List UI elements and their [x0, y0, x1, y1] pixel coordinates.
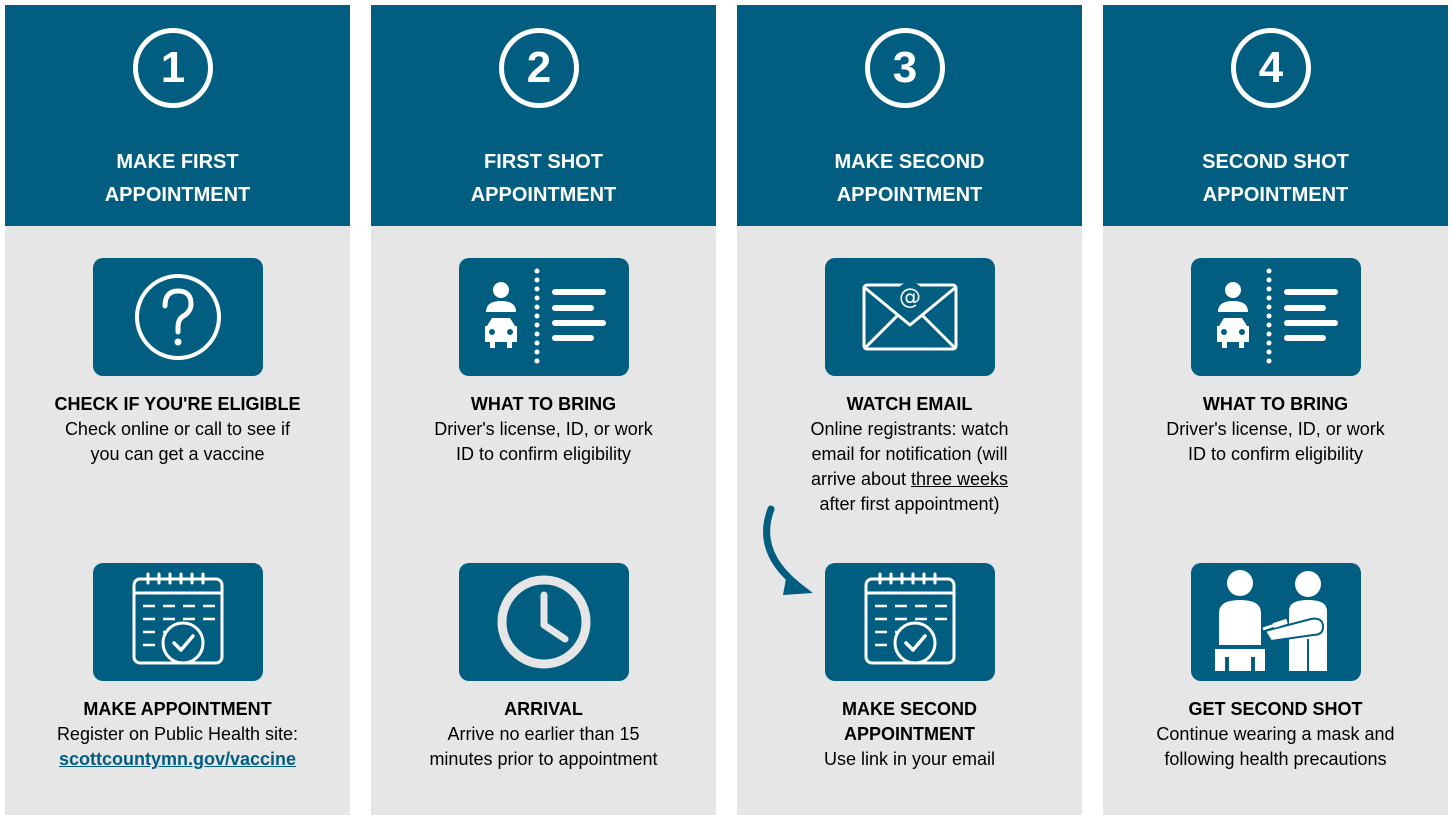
step-watch-email: WATCH EMAIL Online registrants: watch em… [737, 392, 1082, 517]
step-label: WHAT TO BRING [1202, 394, 1349, 414]
column-title-line: MAKE FIRST [116, 151, 239, 173]
column-header: 2 FIRST SHOT APPOINTMENT [371, 5, 716, 226]
vaccine-site-link[interactable]: scottcountymn.gov/vaccine [59, 749, 296, 769]
step-text-fragment: arrive about [810, 469, 911, 489]
step-text: minutes prior to appointment [429, 749, 658, 769]
step-number-badge: 2 [499, 28, 579, 108]
step-arrival: ARRIVAL Arrive no earlier than 15 minute… [371, 697, 716, 772]
step-text: Check online or call to see if [64, 419, 291, 439]
id-card-icon [1191, 258, 1361, 376]
step-text: email for notification (will [811, 444, 1008, 464]
column-title-line: FIRST SHOT [484, 151, 603, 173]
column-title: SECOND SHOT APPOINTMENT [1103, 146, 1448, 212]
step-label: CHECK IF YOU'RE ELIGIBLE [54, 394, 301, 414]
column-title-line: APPOINTMENT [470, 184, 617, 206]
column-title-line: SECOND SHOT [1202, 151, 1349, 173]
step-text: arrive about three weeks [737, 467, 1082, 492]
step-get-second-shot: GET SECOND SHOT Continue wearing a mask … [1103, 697, 1448, 772]
column-title-line: APPOINTMENT [1202, 184, 1349, 206]
step-number-badge: 3 [865, 28, 945, 108]
step-label: MAKE SECOND [841, 699, 977, 719]
step-label: WATCH EMAIL [846, 394, 973, 414]
step-text: you can get a vaccine [90, 444, 265, 464]
step-text: Register on Public Health site: [56, 724, 299, 744]
step-text: ID to confirm eligibility [455, 444, 632, 464]
column-title-line: APPOINTMENT [836, 184, 983, 206]
step-label: APPOINTMENT [843, 724, 975, 744]
step-what-to-bring: WHAT TO BRING Driver's license, ID, or w… [1103, 392, 1448, 467]
step-text: Driver's license, ID, or work [1166, 419, 1385, 439]
step-make-appointment: MAKE APPOINTMENT Register on Public Heal… [5, 697, 350, 772]
step-text: Continue wearing a mask and [1156, 724, 1395, 744]
step-text: ID to confirm eligibility [1187, 444, 1364, 464]
column-header: 4 SECOND SHOT APPOINTMENT [1103, 5, 1448, 226]
column-step-1: 1 MAKE FIRST APPOINTMENT CHECK IF YOU'RE… [5, 5, 350, 815]
svg-text:@: @ [899, 285, 921, 310]
vaccination-icon [1191, 563, 1361, 681]
step-number-badge: 1 [133, 28, 213, 108]
column-title: FIRST SHOT APPOINTMENT [371, 146, 716, 212]
column-step-3: 3 MAKE SECOND APPOINTMENT @ WATCH EMAIL … [737, 5, 1082, 815]
step-label: WHAT TO BRING [470, 394, 617, 414]
column-step-4: 4 SECOND SHOT APPOINTMENT WHAT TO BRING … [1103, 5, 1448, 815]
step-label: MAKE APPOINTMENT [83, 699, 272, 719]
column-step-2: 2 FIRST SHOT APPOINTMENT WHAT TO BRING D… [371, 5, 716, 815]
step-make-second-appointment: MAKE SECOND APPOINTMENT Use link in your… [737, 697, 1082, 772]
curved-arrow-icon [763, 505, 813, 595]
column-title: MAKE SECOND APPOINTMENT [737, 146, 1082, 212]
step-eligibility: CHECK IF YOU'RE ELIGIBLE Check online or… [5, 392, 350, 467]
column-header: 3 MAKE SECOND APPOINTMENT [737, 5, 1082, 226]
step-label: ARRIVAL [504, 699, 583, 719]
step-what-to-bring: WHAT TO BRING Driver's license, ID, or w… [371, 392, 716, 467]
clock-icon [459, 563, 629, 681]
column-title: MAKE FIRST APPOINTMENT [5, 146, 350, 212]
calendar-check-icon [825, 563, 995, 681]
email-icon: @ [825, 258, 995, 376]
three-weeks-emphasis: three weeks [911, 469, 1009, 489]
step-number-badge: 4 [1231, 28, 1311, 108]
step-label: GET SECOND SHOT [1188, 699, 1363, 719]
id-card-icon [459, 258, 629, 376]
step-text: Driver's license, ID, or work [434, 419, 653, 439]
step-text: Arrive no earlier than 15 [447, 724, 640, 744]
column-header: 1 MAKE FIRST APPOINTMENT [5, 5, 350, 226]
question-icon [93, 258, 263, 376]
column-title-line: MAKE SECOND [834, 151, 985, 173]
step-text: Use link in your email [823, 749, 996, 769]
calendar-check-icon [93, 563, 263, 681]
column-title-line: APPOINTMENT [104, 184, 251, 206]
step-text: Online registrants: watch [810, 419, 1009, 439]
step-text: following health precautions [1164, 749, 1387, 769]
